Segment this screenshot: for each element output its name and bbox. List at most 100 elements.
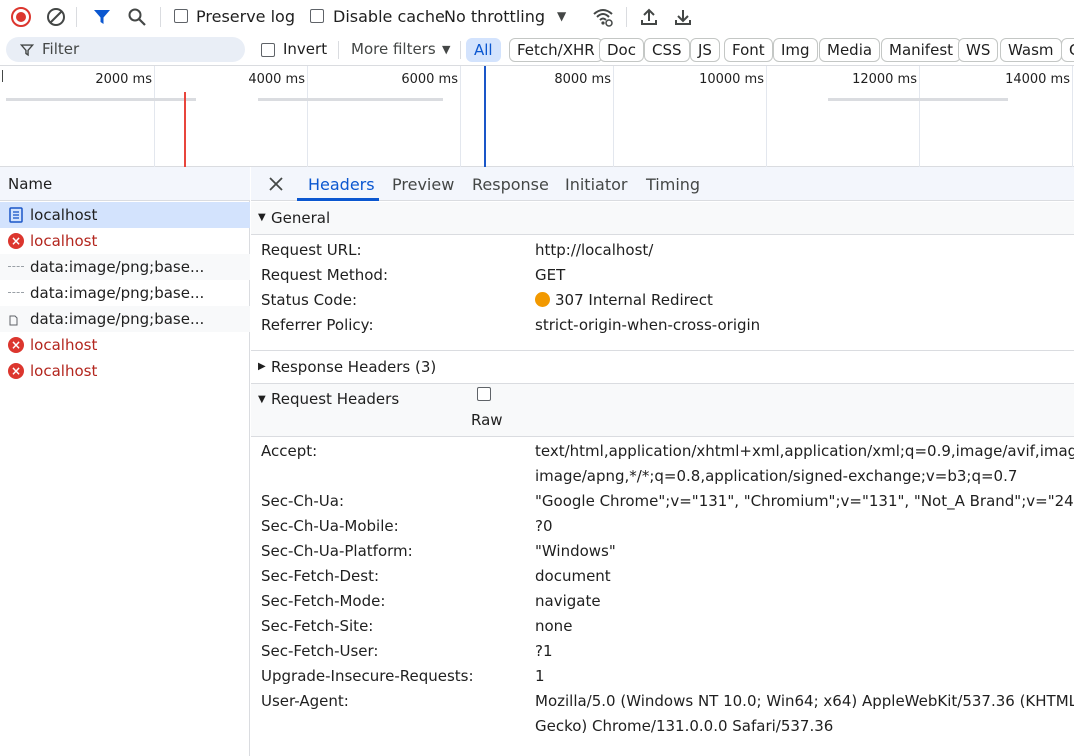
filter-divider: [338, 41, 339, 59]
filter-chip-doc[interactable]: Doc: [599, 38, 644, 62]
tab-response[interactable]: Response: [472, 175, 549, 194]
filter-chip-media[interactable]: Media: [819, 38, 881, 62]
filter-toggle-icon[interactable]: [90, 5, 114, 29]
filter-chip-css[interactable]: CSS: [644, 38, 690, 62]
network-overview[interactable]: 2000 ms 4000 ms 6000 ms 8000 ms 10000 ms…: [0, 66, 1074, 167]
filter-icon: [20, 44, 34, 57]
filter-chip-all[interactable]: All: [466, 38, 501, 62]
header-value: "Google Chrome";v="131", "Chromium";v="1…: [535, 492, 1074, 510]
preserve-log-label: Preserve log: [196, 7, 295, 26]
raw-label: Raw: [471, 411, 503, 429]
more-filters-dropdown[interactable]: More filters: [351, 40, 436, 58]
details-tabs: Headers Preview Response Initiator Timin…: [251, 167, 1074, 201]
throttling-select[interactable]: No throttling: [444, 7, 545, 26]
general-section-header[interactable]: ▼ General: [251, 202, 1074, 234]
filter-chip-manifest[interactable]: Manifest: [881, 38, 962, 62]
header-value: http://localhost/: [535, 241, 654, 259]
request-name: localhost: [30, 336, 98, 354]
header-value-continuation: Gecko) Chrome/131.0.0.0 Safari/537.36: [535, 717, 834, 735]
search-icon[interactable]: [125, 5, 149, 29]
document-icon: [9, 207, 23, 223]
response-headers-section-header[interactable]: ▶ Response Headers (3): [251, 351, 1074, 383]
filter-chip-img[interactable]: Img: [773, 38, 818, 62]
status-warning-dot: [535, 292, 550, 307]
disable-cache-checkbox[interactable]: [310, 9, 324, 23]
toolbar-divider: [160, 7, 161, 27]
error-icon: ×: [8, 363, 24, 379]
stop-recording-icon[interactable]: [9, 5, 33, 29]
request-row[interactable]: data:image/png;base...: [0, 254, 250, 280]
request-name: data:image/png;base...: [30, 258, 205, 276]
request-name: data:image/png;base...: [30, 284, 205, 302]
overview-handle[interactable]: [2, 70, 3, 82]
request-bar: [6, 98, 196, 101]
header-key: Sec-Ch-Ua:: [261, 492, 345, 510]
file-icon: [9, 315, 18, 326]
header-key: Referrer Policy:: [261, 316, 374, 334]
grid-line: [1072, 66, 1073, 167]
filter-chip-other[interactable]: C: [1061, 38, 1074, 62]
data-url-icon: [8, 266, 24, 267]
header-key: Sec-Ch-Ua-Platform:: [261, 542, 413, 560]
main-toolbar: Preserve log Disable cache No throttling…: [0, 0, 1074, 34]
request-name: localhost: [30, 362, 98, 380]
invert-checkbox[interactable]: [261, 43, 275, 57]
header-key: Status Code:: [261, 291, 358, 309]
clear-icon[interactable]: [44, 5, 68, 29]
error-icon: ×: [8, 337, 24, 353]
header-key: Sec-Fetch-User:: [261, 642, 379, 660]
status-code-text: 307 Internal Redirect: [555, 291, 713, 309]
chevron-down-icon[interactable]: ▼: [442, 43, 450, 56]
network-conditions-icon[interactable]: [591, 5, 615, 29]
request-row[interactable]: data:image/png;base...: [0, 306, 250, 332]
export-har-icon[interactable]: [671, 5, 695, 29]
tab-timing[interactable]: Timing: [646, 175, 700, 194]
header-key: Sec-Fetch-Site:: [261, 617, 374, 635]
tab-preview[interactable]: Preview: [392, 175, 454, 194]
chevron-down-icon[interactable]: ▼: [557, 9, 566, 23]
header-value: document: [535, 567, 611, 585]
header-value-continuation: image/apng,*/*;q=0.8,application/signed-…: [535, 467, 1018, 485]
name-column-header[interactable]: Name: [0, 167, 250, 201]
request-name: data:image/png;base...: [30, 310, 205, 328]
preserve-log-checkbox[interactable]: [174, 9, 188, 23]
tick-label: 12000 ms: [852, 72, 917, 87]
filter-chip-wasm[interactable]: Wasm: [1000, 38, 1062, 62]
tab-initiator[interactable]: Initiator: [565, 175, 627, 194]
header-value: 1: [535, 667, 545, 685]
dom-content-loaded-marker: [484, 66, 486, 167]
filter-input[interactable]: Filter: [6, 37, 245, 62]
grid-line: [154, 66, 155, 167]
grid-line: [919, 66, 920, 167]
grid-line: [460, 66, 461, 167]
expand-triangle-icon: ▼: [258, 394, 266, 405]
tick-label: 2000 ms: [95, 72, 152, 87]
raw-checkbox[interactable]: [477, 387, 491, 401]
header-value: ?0: [535, 517, 553, 535]
close-icon[interactable]: [269, 177, 283, 191]
data-url-icon: [8, 292, 24, 293]
request-row[interactable]: × localhost: [0, 332, 250, 358]
header-key: Request URL:: [261, 241, 362, 259]
grid-line: [613, 66, 614, 167]
header-key: Upgrade-Insecure-Requests:: [261, 667, 474, 685]
header-value: GET: [535, 266, 566, 284]
tab-headers[interactable]: Headers: [308, 175, 375, 194]
name-column-label: Name: [8, 175, 53, 193]
import-har-icon[interactable]: [637, 5, 661, 29]
filter-chip-js[interactable]: JS: [690, 38, 720, 62]
request-headers-section-header[interactable]: ▼ Request Headers Raw: [251, 384, 1074, 436]
invert-label: Invert: [283, 40, 328, 58]
request-row[interactable]: data:image/png;base...: [0, 280, 250, 306]
filter-chip-ws[interactable]: WS: [958, 38, 999, 62]
response-headers-title: Response Headers (3): [271, 358, 437, 376]
request-row[interactable]: localhost: [0, 202, 250, 228]
collapse-triangle-icon: ▶: [258, 361, 266, 372]
filter-chip-font[interactable]: Font: [724, 38, 773, 62]
filter-chip-fetch-xhr[interactable]: Fetch/XHR: [509, 38, 603, 62]
grid-line: [766, 66, 767, 167]
request-row[interactable]: × localhost: [0, 358, 250, 384]
header-value: "Windows": [535, 542, 616, 560]
divider: [251, 436, 1074, 437]
request-row[interactable]: × localhost: [0, 228, 250, 254]
